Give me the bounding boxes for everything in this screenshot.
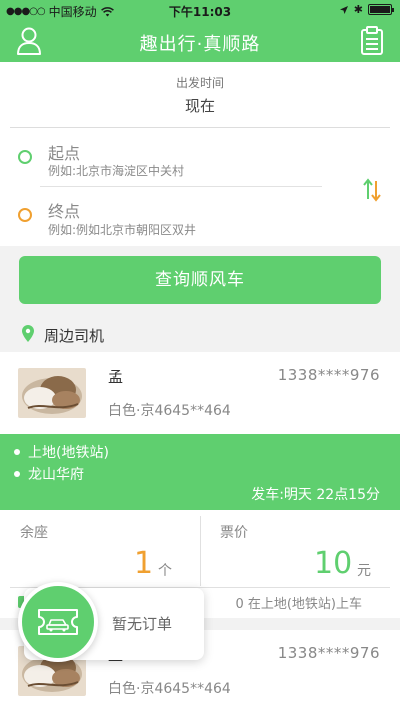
navbar: 趣出行·真顺路 <box>0 20 400 62</box>
departure-time-label: 出发时间 <box>175 76 224 90</box>
page-title: 趣出行·真顺路 <box>139 34 261 55</box>
ticket-car-icon <box>38 609 78 635</box>
search-rides-button[interactable]: 查询顺风车 <box>19 256 381 304</box>
divider <box>40 186 322 187</box>
stop-item: 龙山华府 <box>14 464 84 484</box>
search-button-container: 查询顺风车 <box>0 246 400 314</box>
departure-time: 发车:明天 22点15分 <box>251 487 380 503</box>
location-arrow-icon <box>339 5 348 14</box>
orders-button[interactable] <box>18 582 98 662</box>
bluetooth-icon: ✱ <box>353 3 363 16</box>
departure-time-selector[interactable]: 出发时间 现在 <box>0 62 400 128</box>
end-label: 终点 <box>48 202 81 221</box>
stop-name: 上地(地铁站) <box>28 445 109 461</box>
start-placeholder: 例如:北京市海淀区中关村 <box>48 164 185 178</box>
avatar <box>18 368 86 418</box>
bullet-icon <box>14 449 20 455</box>
seats-unit: 个 <box>158 563 172 579</box>
stop-item: 上地(地铁站) <box>14 442 109 462</box>
battery-icon <box>368 4 394 15</box>
location-pin-icon <box>22 325 34 342</box>
driver-name: 孟 <box>108 368 124 386</box>
seats-value: 1 <box>134 546 154 581</box>
no-orders-text: 暂无订单 <box>112 615 173 633</box>
end-circle-icon <box>18 208 32 222</box>
stop-name: 龙山华府 <box>28 467 84 483</box>
driver-phone[interactable]: 1338****976 <box>278 366 380 384</box>
bullet-icon <box>14 471 20 477</box>
status-bar: ●●●○○ 中国移动 下午11:03 ✱ <box>0 0 400 20</box>
swap-icon[interactable] <box>362 178 382 202</box>
seat-price-info: 余座 1 个 票价 10 元 <box>0 510 400 588</box>
start-label: 起点 <box>48 144 81 163</box>
price-label: 票价 <box>220 525 248 541</box>
start-circle-icon <box>18 150 32 164</box>
clipboard-icon[interactable] <box>360 26 384 56</box>
price-unit: 元 <box>357 563 371 579</box>
driver-card[interactable]: 孟 1338****976 白色·京4645**464 上地(地铁站) 龙山华府… <box>0 352 400 618</box>
driver-info: 孟 1338****976 白色·京4645**464 <box>0 352 400 434</box>
price-value: 10 <box>314 546 353 581</box>
divider <box>200 516 201 586</box>
seats-label: 余座 <box>20 525 48 541</box>
nearby-drivers-header: 周边司机 <box>0 316 400 352</box>
nearby-drivers-label: 周边司机 <box>44 327 105 345</box>
route-panel: 起点 例如:北京市海淀区中关村 终点 例如:例如北京市朝阳区双井 <box>0 128 400 246</box>
end-point-field[interactable]: 终点 例如:例如北京市朝阳区双井 <box>0 188 340 244</box>
boarding-text: 0 在上地(地铁站)上车 <box>235 597 362 612</box>
end-placeholder: 例如:例如北京市朝阳区双井 <box>48 223 197 237</box>
driver-car: 白色·京4645**464 <box>108 403 231 419</box>
start-point-field[interactable]: 起点 例如:北京市海淀区中关村 <box>0 128 340 184</box>
departure-time-value: 现在 <box>184 97 215 115</box>
driver-car: 白色·京4645**464 <box>108 681 231 697</box>
driver-phone[interactable]: 1338****976 <box>278 644 380 662</box>
route-stops: 上地(地铁站) 龙山华府 发车:明天 22点15分 <box>0 434 400 510</box>
